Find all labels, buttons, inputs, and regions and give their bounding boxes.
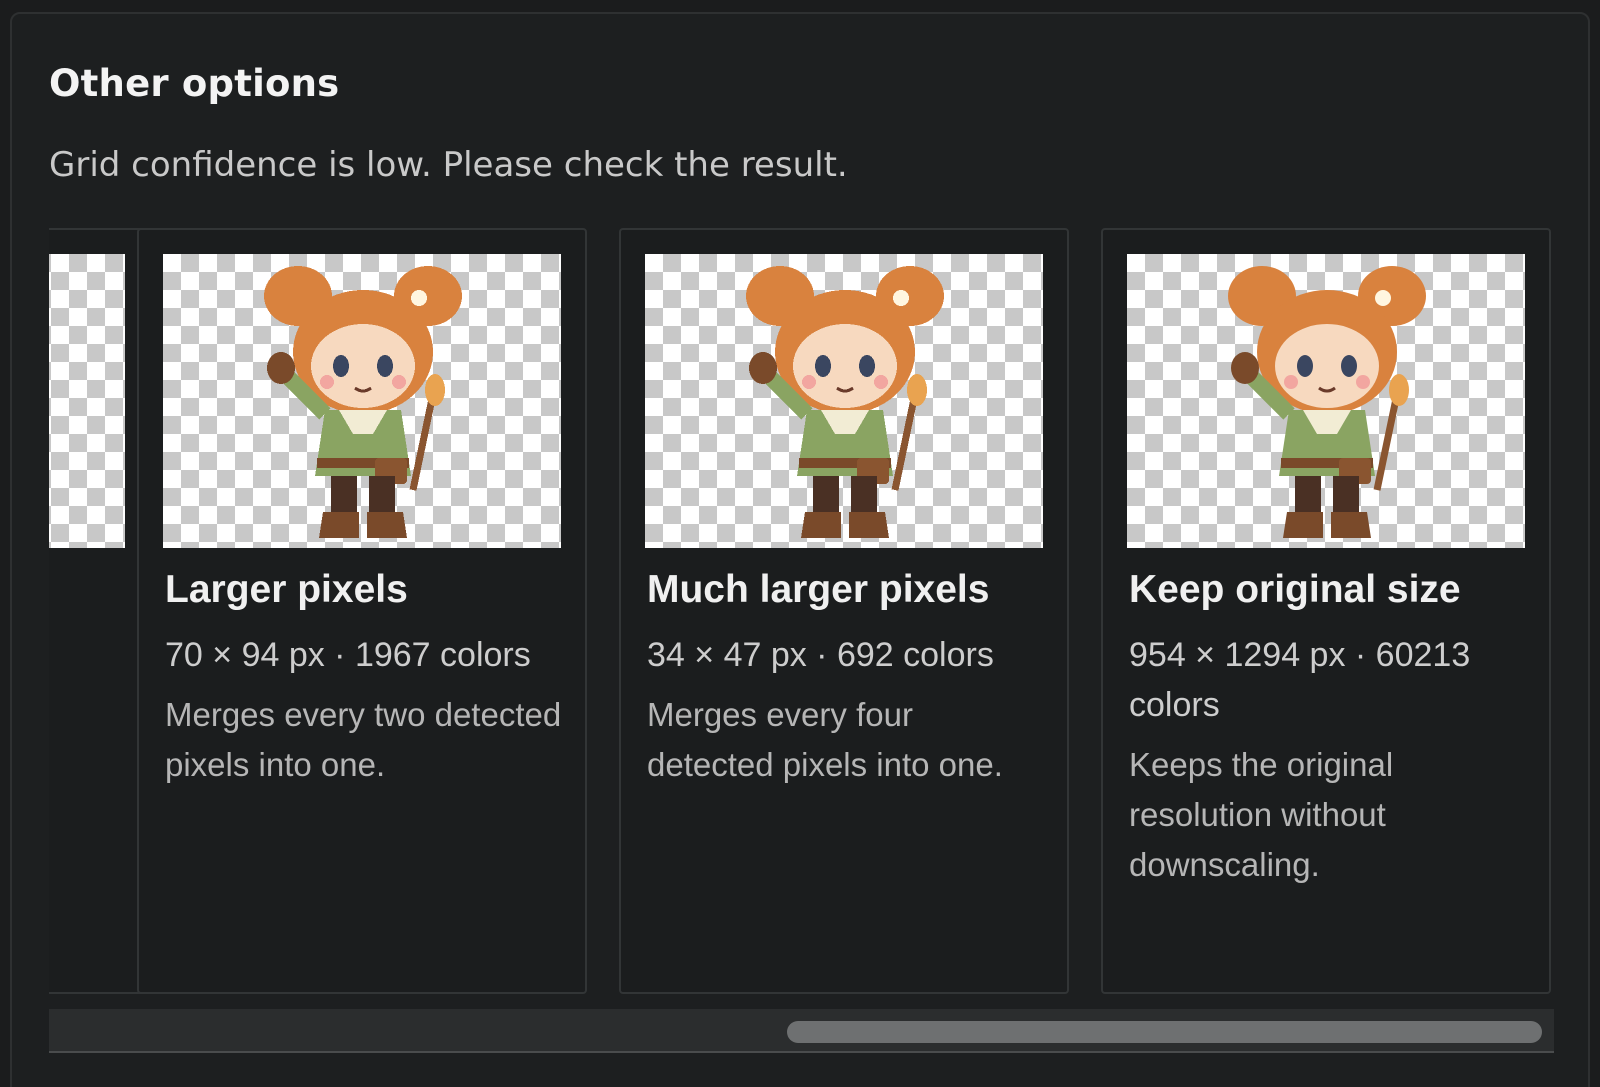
character-sprite-icon [264,266,462,538]
option-card-much-larger-pixels[interactable]: Much larger pixels 34 × 47 px · 692 colo… [619,228,1069,994]
option-card-larger-pixels[interactable]: Larger pixels 70 × 94 px · 1967 colors M… [137,228,587,994]
section-title: Other options [49,62,340,105]
option-description: Merges every two detected pixels into on… [165,696,562,783]
grid-confidence-warning: Grid confidence is low. Please check the… [49,145,848,185]
option-title: Keep original size [1129,568,1461,611]
option-dimensions: 34 × 47 px · 692 colors [647,636,994,674]
option-card-keep-original-size[interactable]: Keep original size 954 × 1294 px · 60213… [1101,228,1551,994]
option-title: Larger pixels [165,568,408,611]
scrollbar-thumb[interactable] [787,1021,1542,1043]
option-dimensions: 70 × 94 px · 1967 colors [165,636,531,674]
option-dimensions: 954 × 1294 px · 60213 colors [1129,636,1471,724]
character-sprite-icon [1228,266,1426,538]
option-preview-image [49,254,125,548]
character-sprite-icon [746,266,944,538]
horizontal-scrollbar[interactable] [49,1009,1554,1053]
option-preview-image [1127,254,1525,548]
option-preview-image [163,254,561,548]
options-carousel[interactable]: Larger pixels 70 × 94 px · 1967 colors M… [49,228,1554,998]
option-title: Much larger pixels [647,568,990,611]
option-card-previous[interactable] [49,228,151,994]
option-description: Merges every four detected pixels into o… [647,696,1003,783]
option-preview-image [645,254,1043,548]
option-description: Keeps the original resolution without do… [1129,746,1394,883]
